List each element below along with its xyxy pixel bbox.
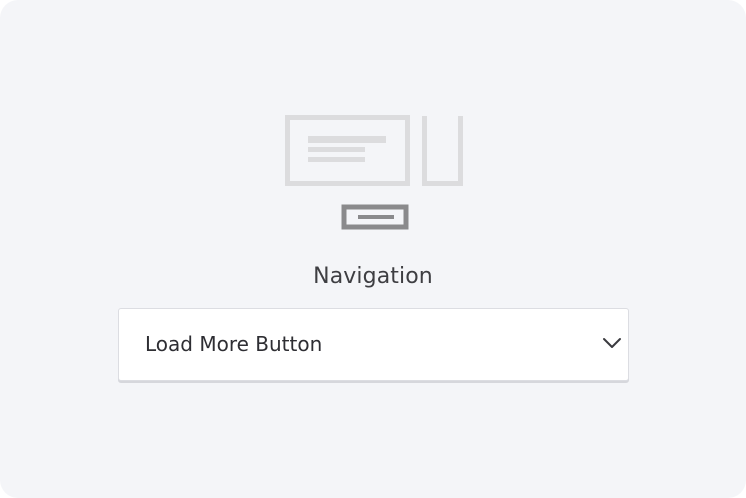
navigation-type-selected-value: Load More Button — [145, 332, 323, 356]
card-text-line-long — [308, 136, 386, 143]
chevron-down-icon[interactable] — [602, 336, 622, 350]
card-text-line-short — [308, 147, 365, 152]
load-more-button-text-line — [358, 215, 394, 219]
navigation-type-select[interactable]: Load More Button — [118, 308, 629, 381]
navigation-settings-panel: Navigation Load More Button — [0, 0, 746, 498]
navigation-label: Navigation — [313, 264, 433, 289]
partial-card-outline — [422, 116, 463, 186]
card-text-line-short-2 — [308, 157, 365, 162]
load-more-layout-icon — [285, 115, 463, 230]
